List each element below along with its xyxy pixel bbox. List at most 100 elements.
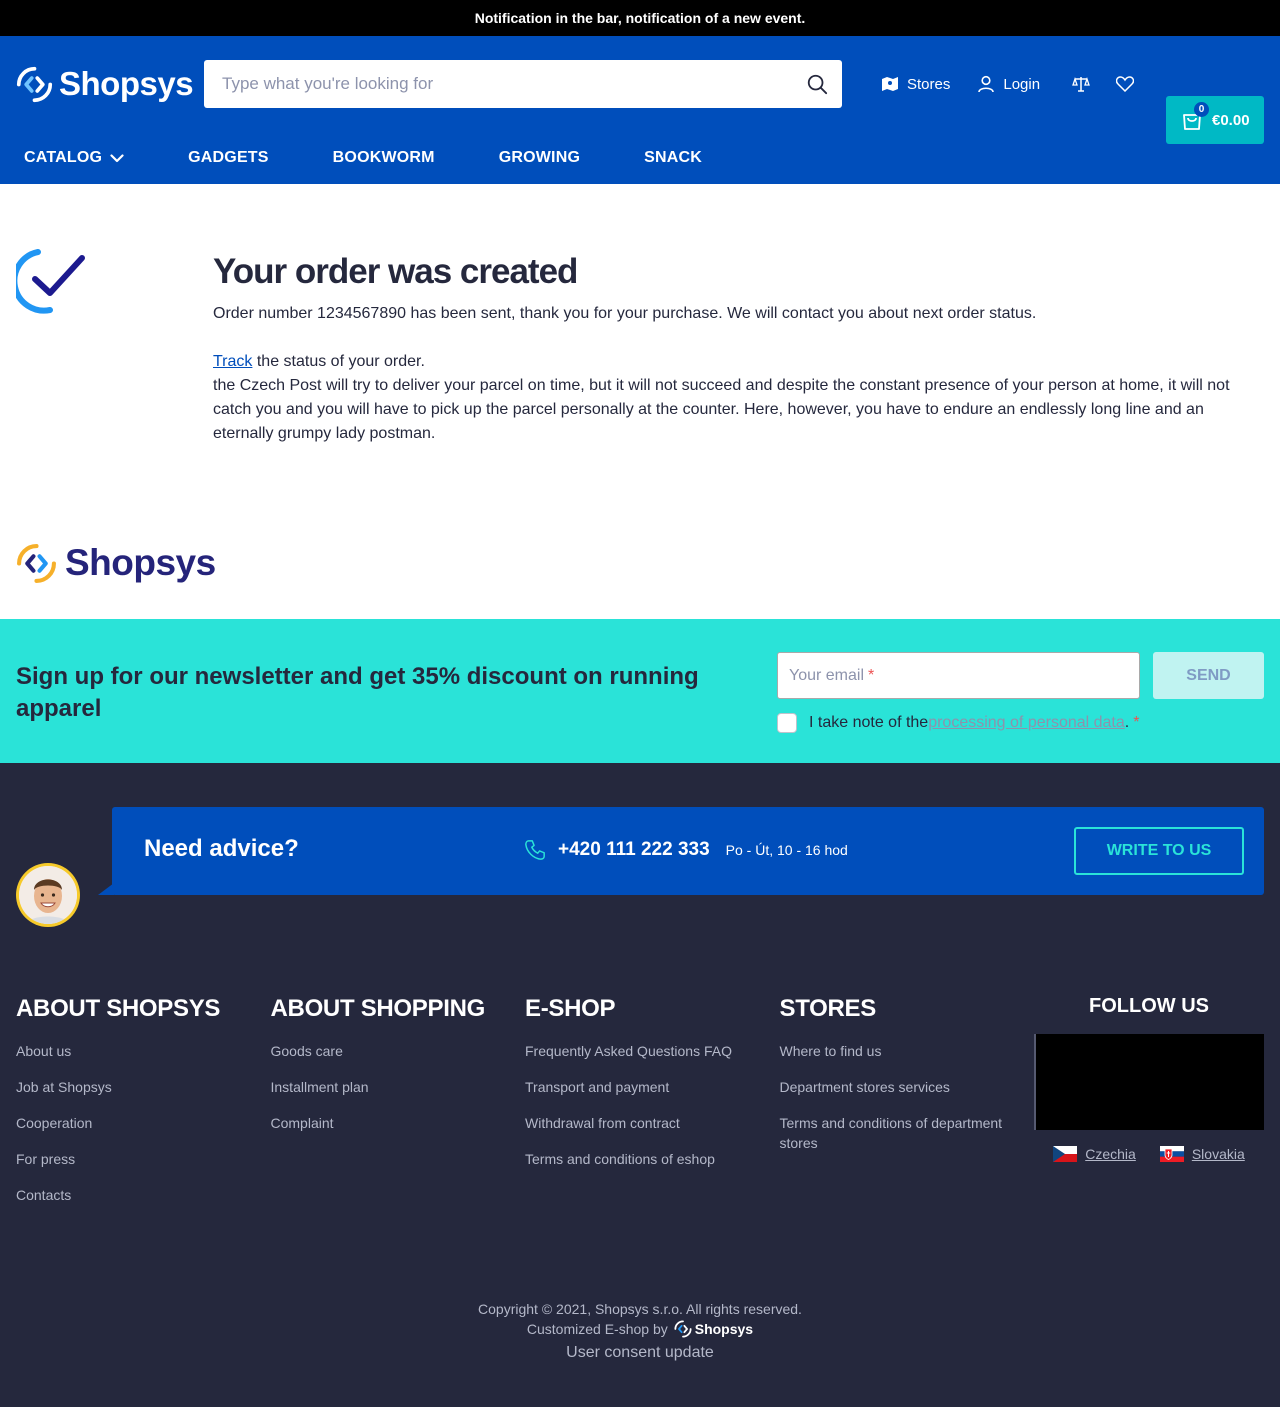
stores-link[interactable]: Stores [881,76,950,93]
opening-hours: Po - Út, 10 - 16 hod [725,842,848,858]
map-icon [882,77,898,91]
content-logo: Shopsys [16,542,216,584]
footer-column-eshop: E-SHOP Frequently Asked Questions FAQ Tr… [525,995,780,1221]
shopsys-logo-icon [674,1320,692,1338]
advice-banner: Need advice? +420 111 222 333 Po - Út, 1… [112,807,1264,895]
track-link[interactable]: Track [213,353,252,370]
notification-bar: Notification in the bar, notification of… [0,0,1280,36]
follow-us: FOLLOW US Czechia Slovakia [1034,995,1264,1162]
login-label: Login [1003,75,1041,93]
notification-text: Notification in the bar, notification of… [474,10,806,26]
follow-us-title: FOLLOW US [1089,995,1209,1017]
customized-by: Customized E-shop by Shopsys [0,1319,1280,1339]
avatar [16,863,80,927]
footer-link[interactable]: About us [16,1041,271,1061]
phone-number[interactable]: +420 111 222 333 [558,839,710,861]
footer-link[interactable]: For press [16,1149,271,1169]
footer-link[interactable]: Withdrawal from contract [525,1113,780,1133]
logo-text: Shopsys [59,65,194,102]
main-content: Your order was created Order number 1234… [0,184,1280,619]
social-embed[interactable] [1034,1034,1264,1130]
cart-button[interactable]: 0 €0.00 [1166,96,1264,144]
nav-item-label: CATALOG [24,149,103,166]
user-consent-update-link[interactable]: User consent update [0,1343,1280,1363]
newsletter-consent: I take note of the processing of persona… [777,713,1139,733]
footer-link[interactable]: Department stores services [780,1077,1035,1097]
logo-text: Shopsys [65,542,216,583]
footer-column-title: E-SHOP [525,995,616,1022]
heart-icon [1116,76,1135,92]
shopsys-logo-icon [16,66,53,102]
footer-link[interactable]: Job at Shopsys [16,1077,271,1097]
compare-button[interactable] [1066,69,1096,99]
search-input[interactable] [222,74,824,94]
nav-item-gadgets[interactable]: GADGETS [188,149,269,167]
track-paragraph: Track the status of your order. [213,350,1264,374]
login-link[interactable]: Login [977,75,1040,93]
language-label: Czechia [1085,1146,1136,1162]
newsletter-email-field[interactable]: Your email * [777,652,1140,699]
nav-item-growing[interactable]: GROWING [499,149,580,167]
footer-link[interactable]: Cooperation [16,1113,271,1133]
shopsys-logo-icon [17,543,56,583]
language-czechia[interactable]: Czechia [1053,1146,1136,1162]
nav-item-snack[interactable]: SNACK [644,149,702,167]
stores-label: Stores [907,75,951,93]
consent-suffix: . [1124,714,1130,731]
consent-checkbox[interactable] [777,713,797,733]
footer-link[interactable]: Terms and conditions of department store… [780,1113,1035,1153]
chevron-down-icon [110,153,124,162]
czech-flag-icon [1053,1146,1078,1162]
footer-link[interactable]: Contacts [16,1185,271,1205]
language-label: Slovakia [1191,1146,1245,1162]
track-text: the status of your order. [252,353,425,370]
footer-column-title: ABOUT SHOPPING [270,995,486,1022]
copyright-text: Copyright © 2021, Shopsys s.r.o. All rig… [478,1301,802,1317]
language-slovakia[interactable]: Slovakia [1159,1146,1245,1162]
scales-icon [1072,76,1090,92]
newsletter-title: Sign up for our newsletter and get 35% d… [16,663,699,722]
cart-count-badge: 0 [1194,102,1209,117]
footer: Need advice? +420 111 222 333 Po - Út, 1… [0,763,1280,1407]
advice-title: Need advice? [144,835,299,862]
nav-item-bookworm[interactable]: BOOKWORM [333,149,435,167]
user-icon [978,75,995,93]
main-navigation: CATALOG GADGETS BOOKWORM GROWING SNACK [0,132,1280,184]
person-face-icon [19,866,77,924]
footer-column-about-shopsys: ABOUT SHOPSYS About us Job at Shopsys Co… [16,995,271,1221]
shopsys-brand-link[interactable]: Shopsys [674,1319,753,1339]
footer-link[interactable]: Goods care [271,1041,526,1061]
privacy-link[interactable]: processing of personal data [928,714,1125,732]
language-switcher: Czechia Slovakia [1034,1146,1264,1162]
wishlist-button[interactable] [1110,69,1140,99]
page-title: Your order was created [213,252,578,291]
logo[interactable]: Shopsys [16,65,204,103]
search-box [204,60,842,108]
footer-column-stores: STORES Where to find us Department store… [780,995,1035,1221]
search-icon[interactable] [806,73,828,95]
cart-price: €0.00 [1212,111,1250,129]
order-confirmation-text: Order number 1234567890 has been sent, t… [213,305,1037,322]
copyright-block: Copyright © 2021, Shopsys s.r.o. All rig… [0,1299,1280,1363]
required-mark: * [1133,714,1140,731]
footer-columns: ABOUT SHOPSYS About us Job at Shopsys Co… [16,995,1034,1221]
newsletter-section: Sign up for our newsletter and get 35% d… [0,619,1280,763]
footer-link[interactable]: Transport and payment [525,1077,780,1097]
footer-link[interactable]: Frequently Asked Questions FAQ [525,1041,780,1061]
nav-item-catalog[interactable]: CATALOG [24,149,124,167]
footer-link[interactable]: Complaint [271,1113,526,1133]
slovak-flag-icon [1159,1146,1184,1162]
advice-phone: +420 111 222 333 Po - Út, 10 - 16 hod [524,839,848,861]
delivery-text: the Czech Post will try to deliver your … [213,377,1230,442]
required-mark: * [868,666,875,684]
footer-link[interactable]: Where to find us [780,1041,1035,1061]
footer-link[interactable]: Terms and conditions of eshop [525,1149,780,1169]
consent-prefix: I take note of the [809,714,929,731]
email-placeholder: Your email [789,666,865,684]
footer-link[interactable]: Installment plan [271,1077,526,1097]
write-to-us-button[interactable]: WRITE TO US [1074,827,1244,875]
newsletter-send-button[interactable]: SEND [1153,652,1264,699]
footer-column-about-shopping: ABOUT SHOPPING Goods care Installment pl… [271,995,526,1221]
checkmark-icon [16,249,85,314]
header: Shopsys Stores Login [0,36,1280,184]
